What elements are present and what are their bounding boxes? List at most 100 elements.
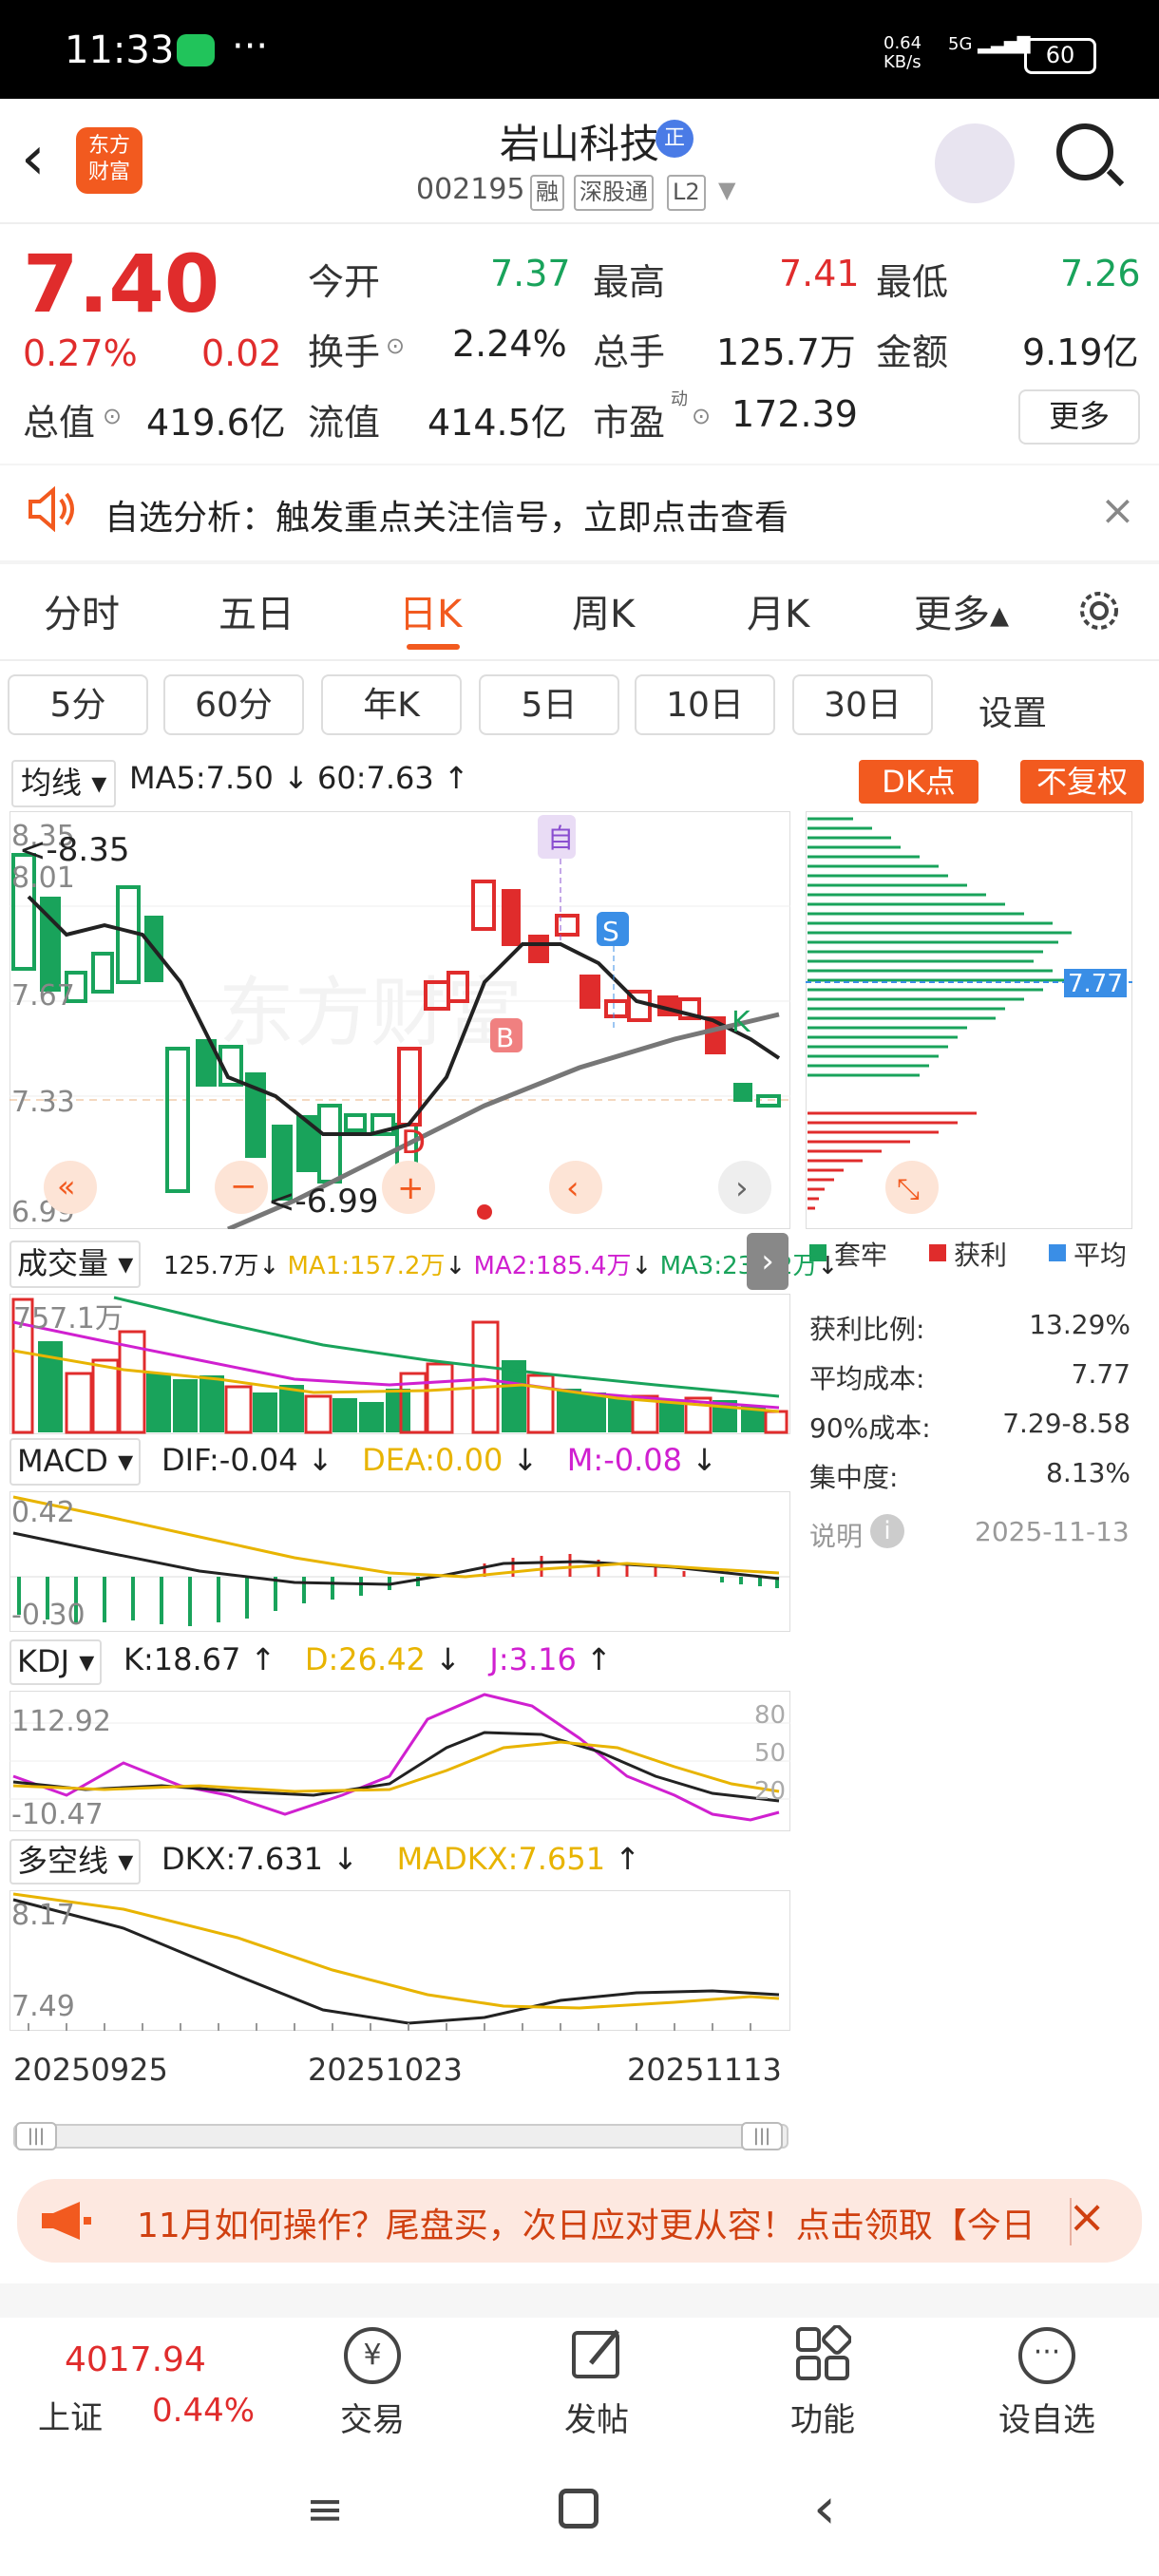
kdj-indicators: K:18.67 ↑ D:26.42 ↓ J:3.16 ↑: [124, 1641, 612, 1677]
mktcap-value: 419.6亿: [146, 402, 286, 444]
chip-stat-value: 7.29-8.58: [1002, 1408, 1130, 1439]
low-marker: <-6.99: [268, 1183, 378, 1221]
svg-text:›: ›: [735, 1169, 749, 1207]
macd-indicators: DIF:-0.04 ↓ DEA:0.00 ↓ M:-0.08 ↓: [162, 1442, 717, 1478]
kdj-chart[interactable]: 112.92 -10.47 80 50 20: [10, 1691, 790, 1831]
robot-avatar[interactable]: [935, 123, 1015, 203]
active-tab-indicator: [407, 644, 460, 650]
low-value: 7.26: [1060, 253, 1141, 294]
period-5day[interactable]: 5日: [479, 674, 619, 735]
tab-rik[interactable]: 日K: [399, 583, 462, 638]
net-speed: 0.64 KB/s: [884, 33, 922, 72]
tag-l2: L2: [667, 175, 706, 211]
home-icon[interactable]: [559, 2489, 598, 2529]
macd-y-bottom: -0.30: [11, 1599, 86, 1632]
marker-zi[interactable]: 自: [547, 823, 574, 854]
info-icon[interactable]: ⊙: [103, 403, 122, 429]
chip-distribution-chart[interactable]: 7.77 ⤡: [806, 811, 1132, 1229]
post-button[interactable]: 发帖: [538, 2394, 656, 2440]
amount-value: 9.19亿: [1022, 331, 1139, 373]
high-marker: <-8.35: [19, 831, 129, 869]
volume-indicators: 125.7万↓ MA1:157.2万↓ MA2:185.4万↓ MA3:239.…: [163, 1252, 839, 1280]
period-5min[interactable]: 5分: [8, 674, 148, 735]
volume-chart[interactable]: 757.1万: [10, 1294, 790, 1434]
trade-icon[interactable]: ¥: [344, 2327, 401, 2384]
dkx-y-bottom: 7.49: [11, 1990, 75, 2023]
info-icon[interactable]: i: [870, 1514, 904, 1548]
add-watchlist-icon[interactable]: ···: [1018, 2327, 1075, 2384]
period-year[interactable]: 年K: [321, 674, 462, 735]
period-60min[interactable]: 60分: [163, 674, 304, 735]
volume-y-label: 757.1万: [13, 1302, 124, 1335]
ma-selector[interactable]: 均线 ▾: [11, 760, 117, 807]
period-10day[interactable]: 10日: [635, 674, 775, 735]
banner-text[interactable]: 11月如何操作？尾盘买，次日应对更从容！点击领取【今日: [137, 2198, 1068, 2247]
post-icon[interactable]: [570, 2325, 627, 2382]
dk-button[interactable]: DK点: [859, 760, 978, 804]
function-icon[interactable]: [794, 2325, 851, 2382]
svg-text:«: «: [57, 1168, 76, 1204]
index-change[interactable]: 0.44%: [152, 2392, 255, 2430]
scroll-handle-right[interactable]: |||: [741, 2122, 783, 2150]
add-watchlist-button[interactable]: 设自选: [982, 2394, 1112, 2440]
macd-y-top: 0.42: [11, 1496, 75, 1529]
info-icon[interactable]: ⊙: [386, 332, 405, 359]
tab-more[interactable]: 更多▴: [914, 583, 1009, 638]
period-settings[interactable]: 设置: [978, 686, 1047, 735]
megaphone-icon: [42, 2202, 91, 2240]
status-time: 11:33: [65, 28, 175, 72]
macd-chart[interactable]: 0.42 -0.30: [10, 1491, 790, 1632]
legend-profit: 获利: [954, 1240, 1008, 1271]
menu-icon[interactable]: ≡: [306, 2483, 344, 2536]
chip-stat-label: 90%成本:: [809, 1412, 931, 1444]
chip-stat-label: 集中度:: [809, 1462, 899, 1493]
chevron-down-icon[interactable]: ▼: [718, 177, 735, 203]
more-button[interactable]: 更多: [1018, 389, 1140, 445]
chip-stat-value: 13.29%: [1029, 1309, 1130, 1340]
period-30day[interactable]: 30日: [792, 674, 933, 735]
function-button[interactable]: 功能: [764, 2394, 882, 2440]
volume-label: 总手: [593, 331, 666, 373]
chip-stat-value: 7.77: [1071, 1358, 1130, 1390]
kdj-selector[interactable]: KDJ ▾: [10, 1639, 103, 1685]
kdj-y-top: 112.92: [11, 1705, 111, 1738]
alert-text[interactable]: 自选分析：触发重点关注信号，立即点击查看: [104, 490, 788, 540]
tab-fenshi[interactable]: 分时: [44, 583, 120, 638]
settings-gear-icon[interactable]: [1074, 585, 1125, 636]
volume-selector[interactable]: 成交量 ▾: [10, 1241, 142, 1288]
banner-close-icon[interactable]: ×: [1068, 2190, 1106, 2244]
dkx-chart[interactable]: 8.17 7.49: [10, 1890, 790, 2031]
battery-icon: 60: [1024, 38, 1096, 74]
info-icon[interactable]: ⊙: [692, 403, 711, 429]
low-label: 最低: [876, 261, 949, 303]
chart-scrollbar[interactable]: [13, 2124, 788, 2149]
svg-text:+: +: [397, 1169, 425, 1207]
index-name[interactable]: 上证: [38, 2392, 103, 2438]
date-label: 20250925: [13, 2052, 168, 2088]
tab-zhouk[interactable]: 周K: [572, 583, 635, 638]
high-label: 最高: [593, 261, 666, 303]
macd-selector[interactable]: MACD ▾: [10, 1438, 142, 1486]
y-label: 7.33: [11, 1086, 75, 1119]
index-value[interactable]: 4017.94: [65, 2340, 206, 2379]
divider: [0, 2283, 1159, 2318]
back-nav-icon[interactable]: ‹: [813, 2475, 836, 2542]
chip-date: 2025-11-13: [975, 1516, 1130, 1547]
scroll-handle-left[interactable]: |||: [15, 2122, 57, 2150]
kdj-level: 80: [754, 1701, 786, 1730]
kline-chart[interactable]: 东方财富 8.35 8.01 7.67 7.33 6.99 <-8.35 <-6…: [10, 811, 790, 1229]
expand-right-button[interactable]: ›: [747, 1233, 788, 1290]
turnover-value: 2.24%: [452, 323, 567, 365]
search-icon[interactable]: [1056, 123, 1113, 180]
pe-value: 172.39: [732, 393, 858, 435]
marker-s[interactable]: S: [602, 916, 619, 947]
trade-button[interactable]: 交易: [314, 2394, 431, 2440]
tab-wuri[interactable]: 五日: [218, 583, 294, 638]
dkx-selector[interactable]: 多空线 ▾: [10, 1839, 142, 1885]
close-icon[interactable]: ×: [1100, 486, 1135, 535]
chip-note-label[interactable]: 说明: [809, 1516, 863, 1554]
tab-yuek[interactable]: 月K: [747, 583, 809, 638]
marker-b[interactable]: B: [496, 1022, 514, 1053]
marker-k: K: [732, 1006, 751, 1039]
fuquan-button[interactable]: 不复权: [1020, 760, 1144, 804]
